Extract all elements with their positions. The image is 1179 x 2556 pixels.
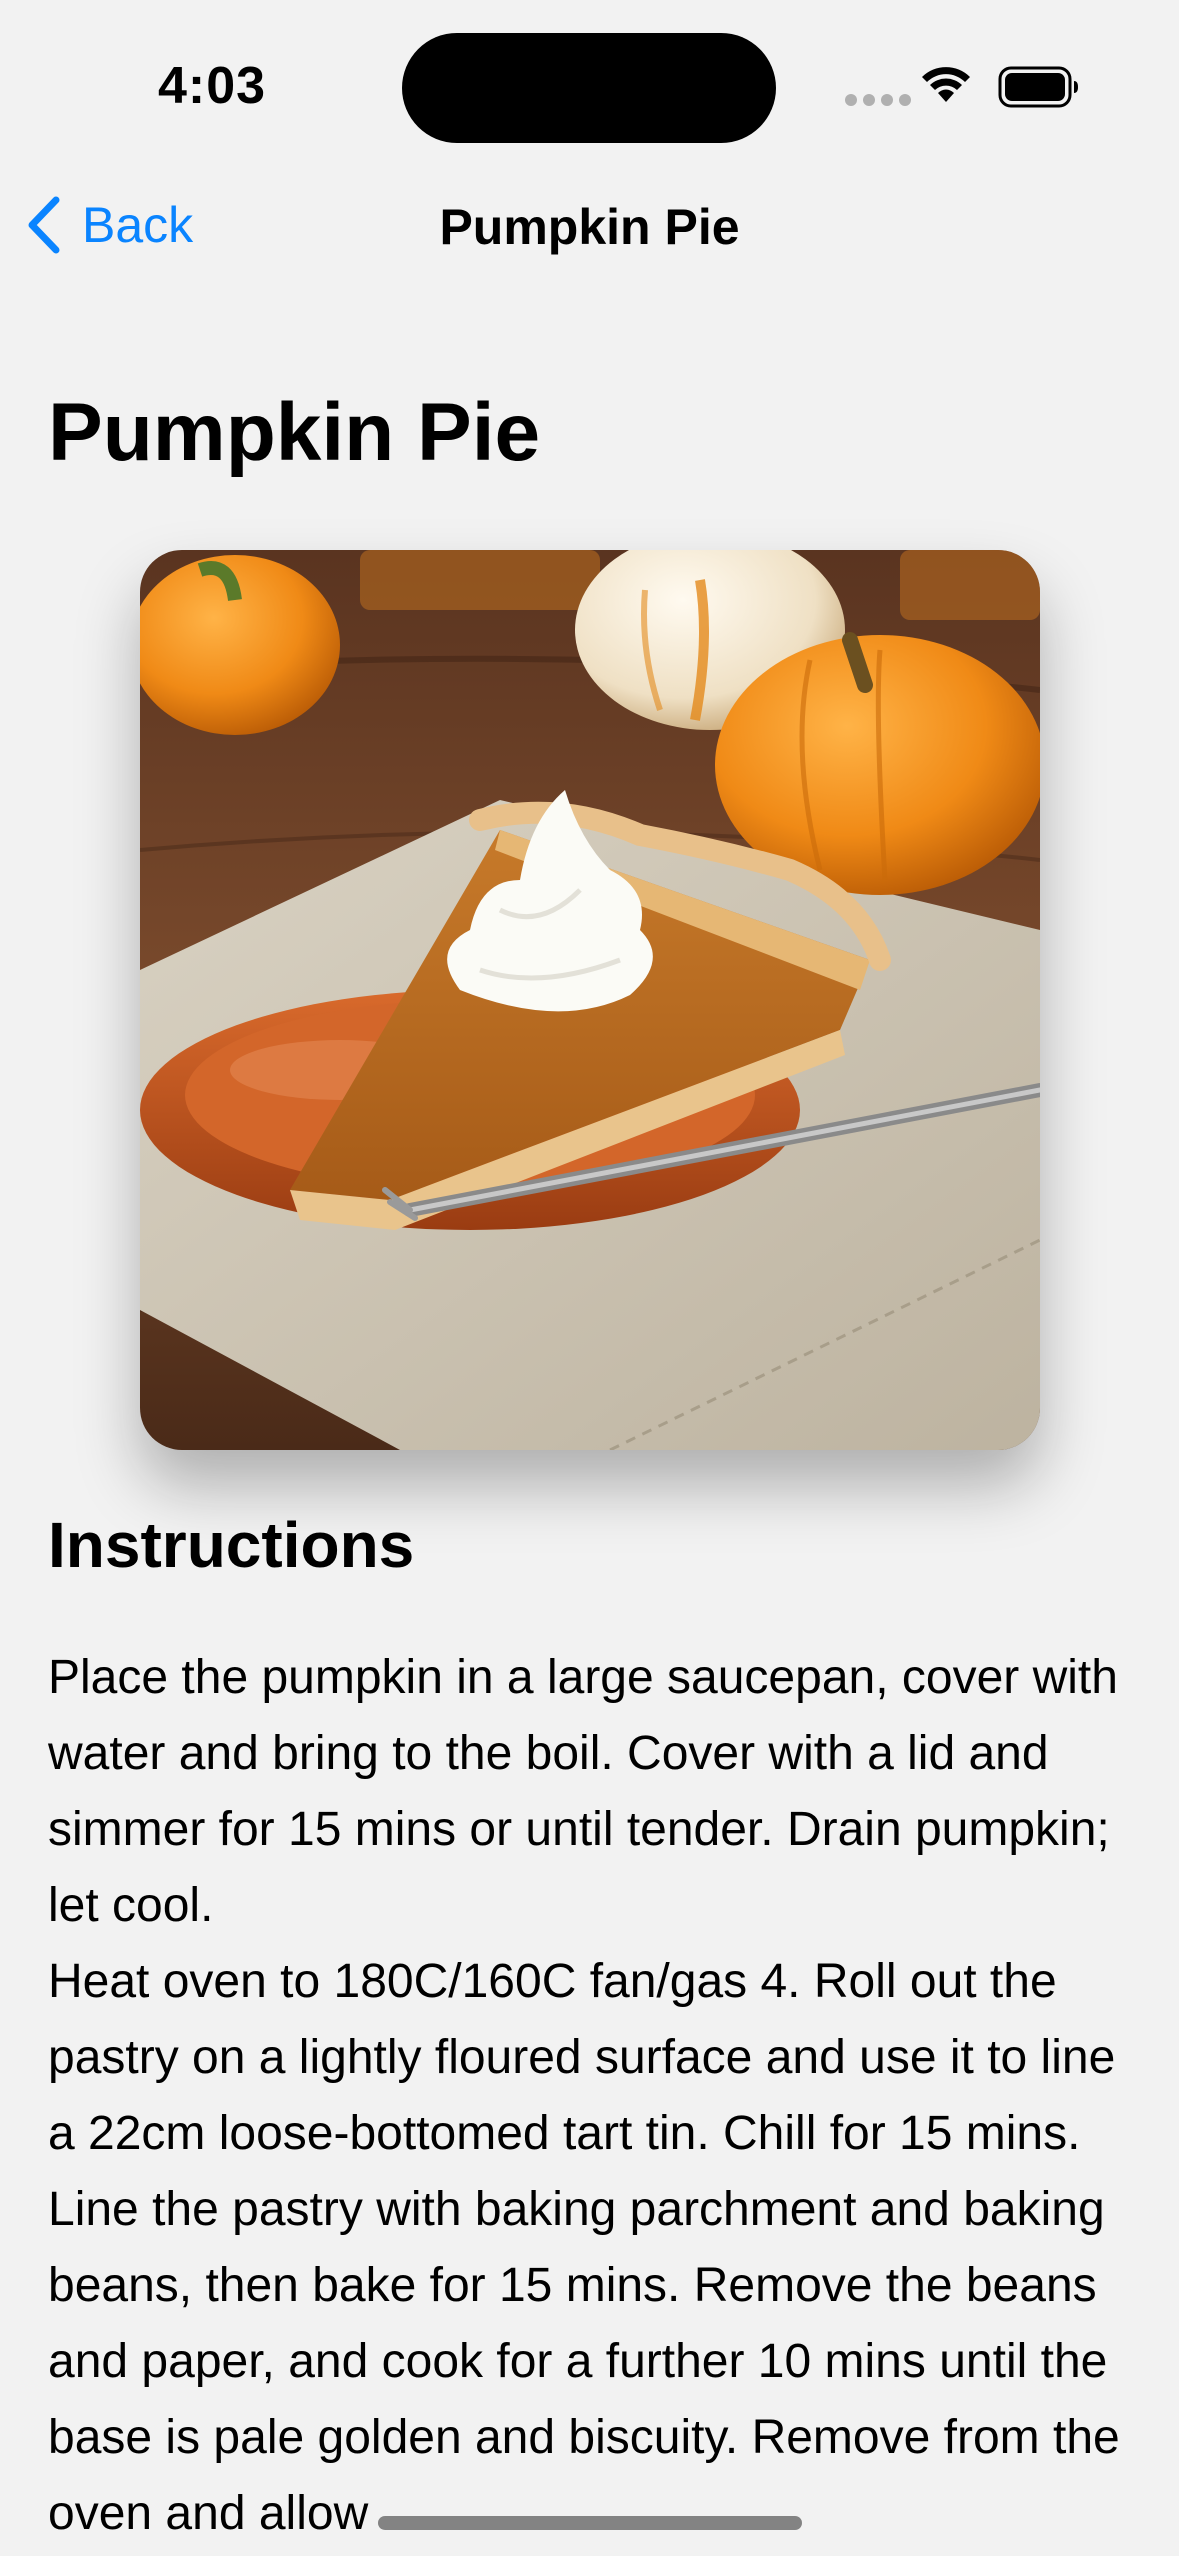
instruction-step: Heat oven to 180C/160C fan/gas 4. Roll o… [48,1955,1120,2540]
instructions-text: Place the pumpkin in a large saucepan, c… [48,1640,1138,2552]
nav-title: Pumpkin Pie [439,199,740,255]
page-title: Pumpkin Pie [48,387,541,478]
battery-icon [998,66,1078,108]
status-bar: 4:03 [0,0,1179,170]
wifi-icon [922,67,970,102]
status-time: 4:03 [158,57,267,115]
instructions-heading: Instructions [48,1509,415,1581]
navigation-bar: Back Pumpkin Pie [0,170,1179,285]
recipe-image [140,550,1040,1450]
home-indicator[interactable] [378,2516,802,2530]
cellular-signal-icon [845,94,911,106]
instruction-step: Place the pumpkin in a large saucepan, c… [48,1651,1118,1932]
dynamic-island [402,33,776,143]
